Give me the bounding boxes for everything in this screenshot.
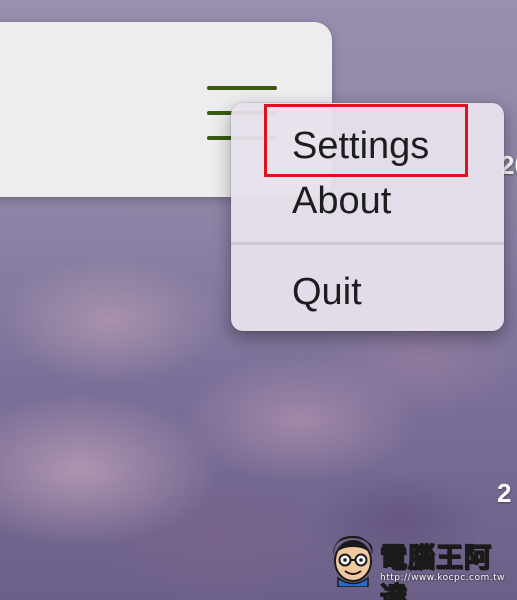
watermark: 電腦王阿達 http://www.kocpc.com.tw — [325, 528, 515, 600]
watermark-brand: 電腦王阿達 — [379, 542, 492, 600]
desktop-background: 20 2 Settings About Quit 電腦王阿達 http://ww… — [0, 0, 517, 600]
menu-item-quit[interactable]: Quit — [292, 273, 362, 311]
settings-highlight-box — [264, 104, 468, 177]
watermark-url: http://www.kocpc.com.tw — [380, 573, 506, 583]
mascot-logo — [333, 535, 373, 587]
menu-item-about[interactable]: About — [292, 182, 391, 220]
desktop-date-fragment: 2 — [497, 478, 512, 508]
menu-separator — [231, 242, 504, 245]
hamburger-bar — [207, 86, 277, 90]
